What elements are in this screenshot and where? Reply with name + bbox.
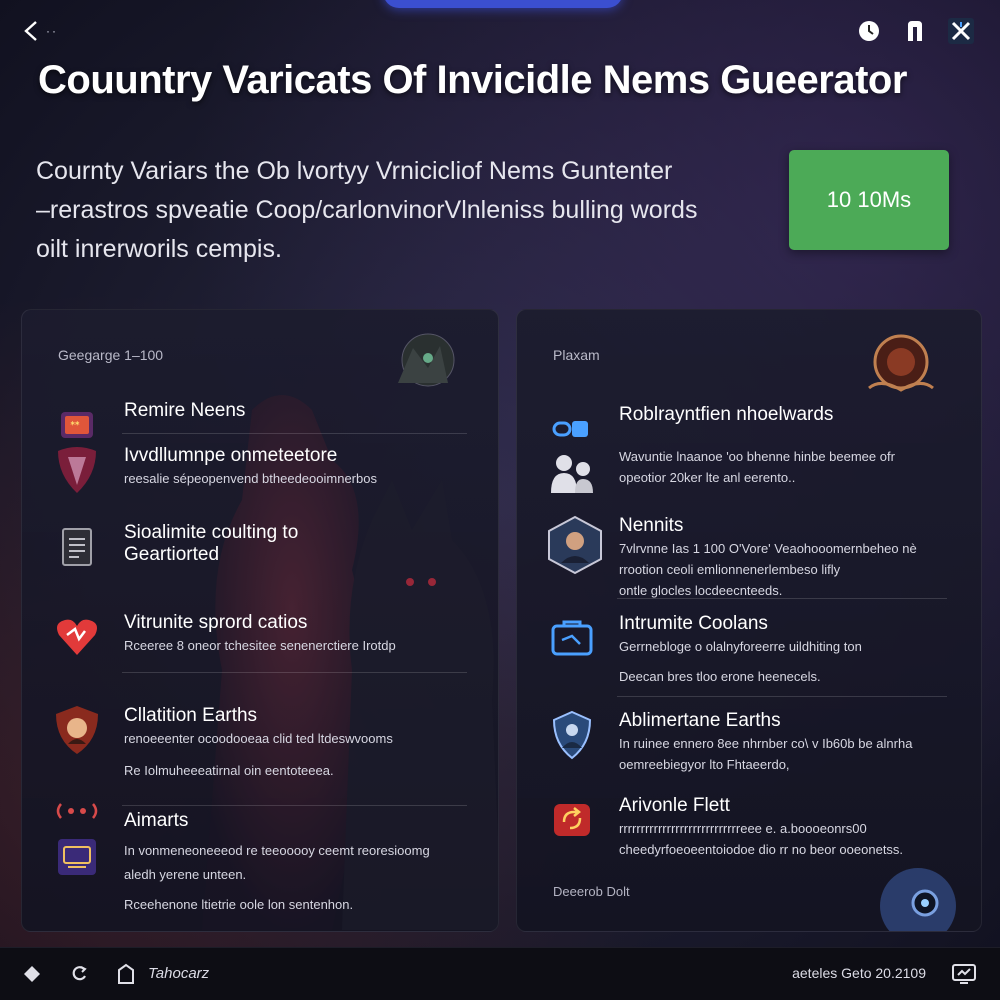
heart-icon: [52, 612, 102, 662]
item-title: Roblrayntfien nhoelwards: [619, 404, 834, 425]
list-item[interactable]: Sioalimite coulting to Geartiorted: [52, 522, 468, 582]
chevron-left-icon: [24, 21, 37, 41]
dots-icon: ··: [46, 24, 58, 38]
item-title: Remire Neens: [124, 400, 246, 421]
display-icon[interactable]: [950, 962, 978, 986]
list-item[interactable]: Vitrunite sprord catios Rceeree 8 oneor …: [52, 612, 468, 672]
item-subtitle: aledh yerene unteen.: [124, 867, 247, 882]
right-panel: Plaxam Roblrayntfien nhoelwards Wavuntie…: [516, 309, 982, 932]
divider: [122, 433, 467, 434]
item-subtitle: Wavuntie lnaanoe 'oo bhenne hinbe beemee…: [619, 449, 895, 464]
panel-footer-label: Deeerob Dolt: [553, 884, 630, 899]
panel-label: Geegarge 1–100: [58, 347, 164, 363]
list-item[interactable]: Wavuntie lnaanoe 'oo bhenne hinbe beemee…: [547, 448, 951, 508]
item-subtitle: rrootion ceoli emlionnenerlembeso lifly: [619, 562, 841, 577]
item-subtitle: Re Iolmuheeeatirnal oin eentoteeea.: [124, 763, 334, 778]
taskbar-app-label[interactable]: Tahocarz: [148, 965, 209, 982]
screen-icon: [52, 832, 102, 882]
list-item[interactable]: Intrumite Coolans Gerrnebloge o olalnyfo…: [547, 613, 951, 693]
item-title: Arivonle Flett: [619, 795, 730, 816]
divider: [617, 696, 947, 697]
signal-icon: [52, 798, 102, 824]
item-title: Nennits: [619, 515, 684, 536]
item-subtitle: In vonmeneoneeeod re teeooooy ceemt reor…: [124, 843, 430, 858]
item-title: Ivvdllumnpe onmeteetore: [124, 445, 338, 466]
home-icon[interactable]: [114, 962, 138, 986]
divider: [122, 805, 467, 806]
banner-icon: ᕯ: [52, 400, 102, 450]
medallion-icon: [868, 334, 934, 392]
item-title: Sioalimite coulting to Geartiorted: [124, 522, 299, 565]
divider: [617, 598, 947, 599]
left-panel: Geegarge 1–100 ᕯ Remire Neens Ivvdllumnp…: [21, 309, 499, 932]
robot-sphere-icon: [880, 868, 956, 931]
clock-icon[interactable]: [856, 18, 882, 44]
item-title: Vitrunite sprord catios: [124, 612, 308, 633]
page-title: Couuntry Varicats Of Invicidle Nems Guee…: [38, 58, 907, 102]
list-item[interactable]: Cllatition Earths renoeeenter ocoodooeaa…: [52, 705, 468, 785]
item-subtitle: In ruinee ennero 8ee nhrnber co\ v Ib60b…: [619, 736, 913, 751]
list-item[interactable]: Aimarts In vonmeneoneeeod re teeooooy ce…: [52, 803, 468, 920]
item-title: Ablimertane Earths: [619, 710, 781, 731]
link-icon: [547, 404, 597, 454]
generate-button[interactable]: 10 10Ms: [789, 150, 949, 250]
item-subtitle: renoeeenter ocoodooeaa clid ted ltdeswvo…: [124, 731, 393, 746]
item-subtitle: oemreebiegyor lto Fhtaeerdo,: [619, 757, 790, 772]
item-title: Intrumite Coolans: [619, 613, 768, 634]
refresh-icon: [547, 795, 597, 845]
item-subtitle: Rceeree 8 oneor tchesitee senenerctiere …: [124, 638, 396, 653]
bottom-taskbar: Tahocarz aeteles Geto 20.2109: [0, 947, 1000, 1000]
close-icon[interactable]: [948, 18, 974, 44]
item-subtitle: rrrrrrrrrrrrrrrrrrrrrrrrrrrreee e. a.boo…: [619, 821, 867, 836]
bookmark-icon[interactable]: [902, 18, 928, 44]
list-item[interactable]: Roblrayntfien nhoelwards: [547, 404, 951, 444]
panel-label: Plaxam: [553, 347, 600, 363]
page-description: Cournty Variars the Ob lvortyy Vrnicicli…: [36, 152, 736, 269]
list-item[interactable]: Ivvdllumnpe onmeteetore reesalie sépeope…: [52, 445, 468, 505]
creature-icon: [398, 333, 455, 387]
description-line: Cournty Variars the Ob lvortyy Vrnicicli…: [36, 157, 673, 185]
portrait-icon: [545, 515, 605, 575]
svg-text:ᕯ: ᕯ: [70, 419, 80, 433]
item-subtitle: Deecan bres tloo erone heenecels.: [619, 669, 821, 684]
description-line: –rerastros spveatie Coop/carlonvinorVlnl…: [36, 196, 698, 224]
diamond-icon[interactable]: [20, 962, 44, 986]
shield-icon: [547, 710, 597, 760]
divider: [122, 672, 467, 673]
toolbox-icon: [547, 613, 597, 663]
item-subtitle: Gerrnebloge o olalnyforeerre uildhiting …: [619, 639, 862, 654]
item-subtitle: opeotior 20ker lte anl eerento..: [619, 470, 796, 485]
list-item[interactable]: Ablimertane Earths In ruinee ennero 8ee …: [547, 710, 951, 780]
users-icon: [547, 448, 597, 498]
item-subtitle: 7vlrvnne Ias 1 100 O'Vore' Veaohooomernb…: [619, 541, 917, 556]
list-item[interactable]: ᕯ Remire Neens: [52, 400, 468, 440]
item-subtitle: reesalie sépeopenvend btheedeooimnerbos: [124, 471, 377, 486]
refresh-icon[interactable]: [68, 962, 92, 986]
list-item[interactable]: Nennits 7vlrvnne Ias 1 100 O'Vore' Veaoh…: [545, 515, 951, 598]
back-button[interactable]: ··: [22, 18, 66, 44]
pick-icon: [52, 445, 102, 495]
document-icon: [52, 522, 102, 572]
item-title: Cllatition Earths: [124, 705, 258, 726]
description-line: oilt inrerworils cempis.: [36, 235, 282, 263]
top-pill-indicator: [383, 0, 623, 8]
item-title: Aimarts: [124, 810, 189, 831]
taskbar-status-text: aeteles Geto 20.2109: [792, 965, 926, 981]
item-subtitle: Rceehenone ltietrie oole lon sentenhon.: [124, 897, 354, 912]
emblem-icon: [52, 705, 102, 755]
